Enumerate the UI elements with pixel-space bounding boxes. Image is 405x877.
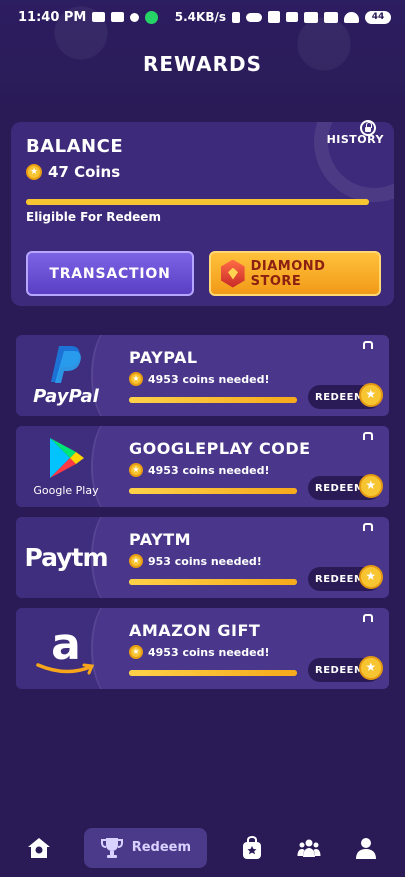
net-speed: 5.4KB/s [174,10,226,24]
eligible-text: Eligible For Redeem [26,210,161,224]
reward-card-amazon[interactable]: a AMAZON GIFT ★ 4953 coins needed! REDEE… [16,608,389,689]
nav-store[interactable] [240,828,264,868]
google-play-icon [49,438,84,478]
redeem-label: REDEEM [315,664,365,676]
reward-progress-fill [129,579,297,585]
toggle-icon [246,12,262,22]
nav-profile[interactable] [354,828,378,868]
reward-name: AMAZON GIFT [129,621,261,640]
nav-community[interactable] [297,828,321,868]
redeem-label: REDEEM [315,391,365,403]
history-link[interactable]: HISTORY [327,133,384,146]
signal-icon [304,11,318,23]
group-icon [297,839,321,857]
redeem-button[interactable]: REDEEM ★ [308,565,383,591]
coins-needed: ★ 4953 coins needed! [129,372,269,386]
redeem-button[interactable]: REDEEM ★ [308,656,383,682]
redeem-label: REDEEM [315,482,365,494]
paytm-logo: Paytm [16,517,116,598]
amazon-wordmark: a [51,618,81,670]
coin-icon: ★ [359,565,383,589]
reward-progress-bar [129,579,297,585]
redeem-label: REDEEM [315,573,365,585]
volte-icon [286,12,298,22]
diamond-badge-icon [221,259,245,288]
balance-card: BALANCE HISTORY ★ 47 Coins Eligible For … [11,122,394,306]
reward-card-googleplay[interactable]: Google Play GOOGLEPLAY CODE ★ 4953 coins… [16,426,389,507]
reward-progress-fill [129,670,297,676]
coins-needed: ★ 4953 coins needed! [129,645,269,659]
lock-icon [361,620,375,636]
coins-needed-text: 4953 coins needed! [148,372,270,386]
nav-redeem-label: Redeem [131,840,191,855]
home-icon [27,837,50,858]
transaction-button[interactable]: TRANSACTION [26,251,194,296]
coin-icon: ★ [26,164,42,180]
reward-card-paytm[interactable]: Paytm PAYTM ★ 953 coins needed! REDEEM ★ [16,517,389,598]
coin-icon: ★ [359,656,383,680]
coin-icon: ★ [359,383,383,407]
status-bar: 11:40 PM 5.4KB/s 44 [0,0,405,34]
reward-name: PAYTM [129,530,192,549]
reward-progress-bar [129,397,297,403]
trophy-icon [100,837,123,858]
balance-progress-fill [26,199,369,205]
lock-icon [361,529,375,545]
reward-card-paypal[interactable]: PayPal PAYPAL ★ 4953 coins needed! REDEE… [16,335,389,416]
nav-home[interactable] [27,828,51,868]
reward-progress-fill [129,488,297,494]
google-play-wordmark: Google Play [33,484,99,497]
reward-progress-bar [129,488,297,494]
reward-progress-fill [129,397,297,403]
coins-needed-text: 953 coins needed! [148,554,262,568]
reward-name: PAYPAL [129,348,198,367]
google-play-logo: Google Play [16,426,116,507]
youtube-icon [111,12,125,22]
phone-icon [130,12,140,22]
battery-icon: 44 [365,10,391,24]
coin-icon: ★ [129,372,143,386]
lock-icon [361,347,375,363]
bluetooth-icon [232,11,240,23]
paypal-logo: PayPal [16,335,116,416]
bag-icon [243,835,262,859]
reward-name: GOOGLEPLAY CODE [129,439,311,458]
coin-icon: ★ [359,474,383,498]
coin-icon: ★ [129,554,143,568]
wifi-icon [344,11,359,23]
diamond-store-button[interactable]: DIAMOND STORE [209,251,381,296]
page-title: REWARDS [142,52,263,76]
signal-icon [324,11,338,23]
lock-icon [360,120,376,136]
coins-needed: ★ 4953 coins needed! [129,463,269,477]
paypal-wordmark: PayPal [33,386,99,407]
paytm-wordmark: Paytm [24,543,108,572]
lock-icon [361,438,375,454]
bottom-nav: Redeem [0,818,405,877]
youtube-icon [92,12,106,22]
amazon-logo: a [16,608,116,689]
balance-title: BALANCE [26,136,124,157]
nav-redeem[interactable]: Redeem [83,827,207,868]
whatsapp-icon [145,10,159,24]
reward-progress-bar [129,670,297,676]
balance-progress-bar [26,199,369,205]
reward-list: PayPal PAYPAL ★ 4953 coins needed! REDEE… [16,335,389,699]
coins-balance: ★ 47 Coins [26,163,120,181]
paypal-p-icon [50,346,81,383]
redeem-button[interactable]: REDEEM ★ [308,383,383,409]
coins-needed-text: 4953 coins needed! [148,463,270,477]
redeem-button[interactable]: REDEEM ★ [308,474,383,500]
coins-needed-text: 4953 coins needed! [148,645,270,659]
user-icon [356,837,377,859]
status-time: 11:40 PM [18,9,87,25]
coins-needed: ★ 953 coins needed! [129,554,262,568]
amazon-smile-icon [36,662,95,674]
diamond-store-label: DIAMOND STORE [250,258,326,289]
mute-icon [268,11,280,23]
coin-icon: ★ [129,645,143,659]
coin-icon: ★ [129,463,143,477]
coins-text: 47 Coins [48,163,121,181]
